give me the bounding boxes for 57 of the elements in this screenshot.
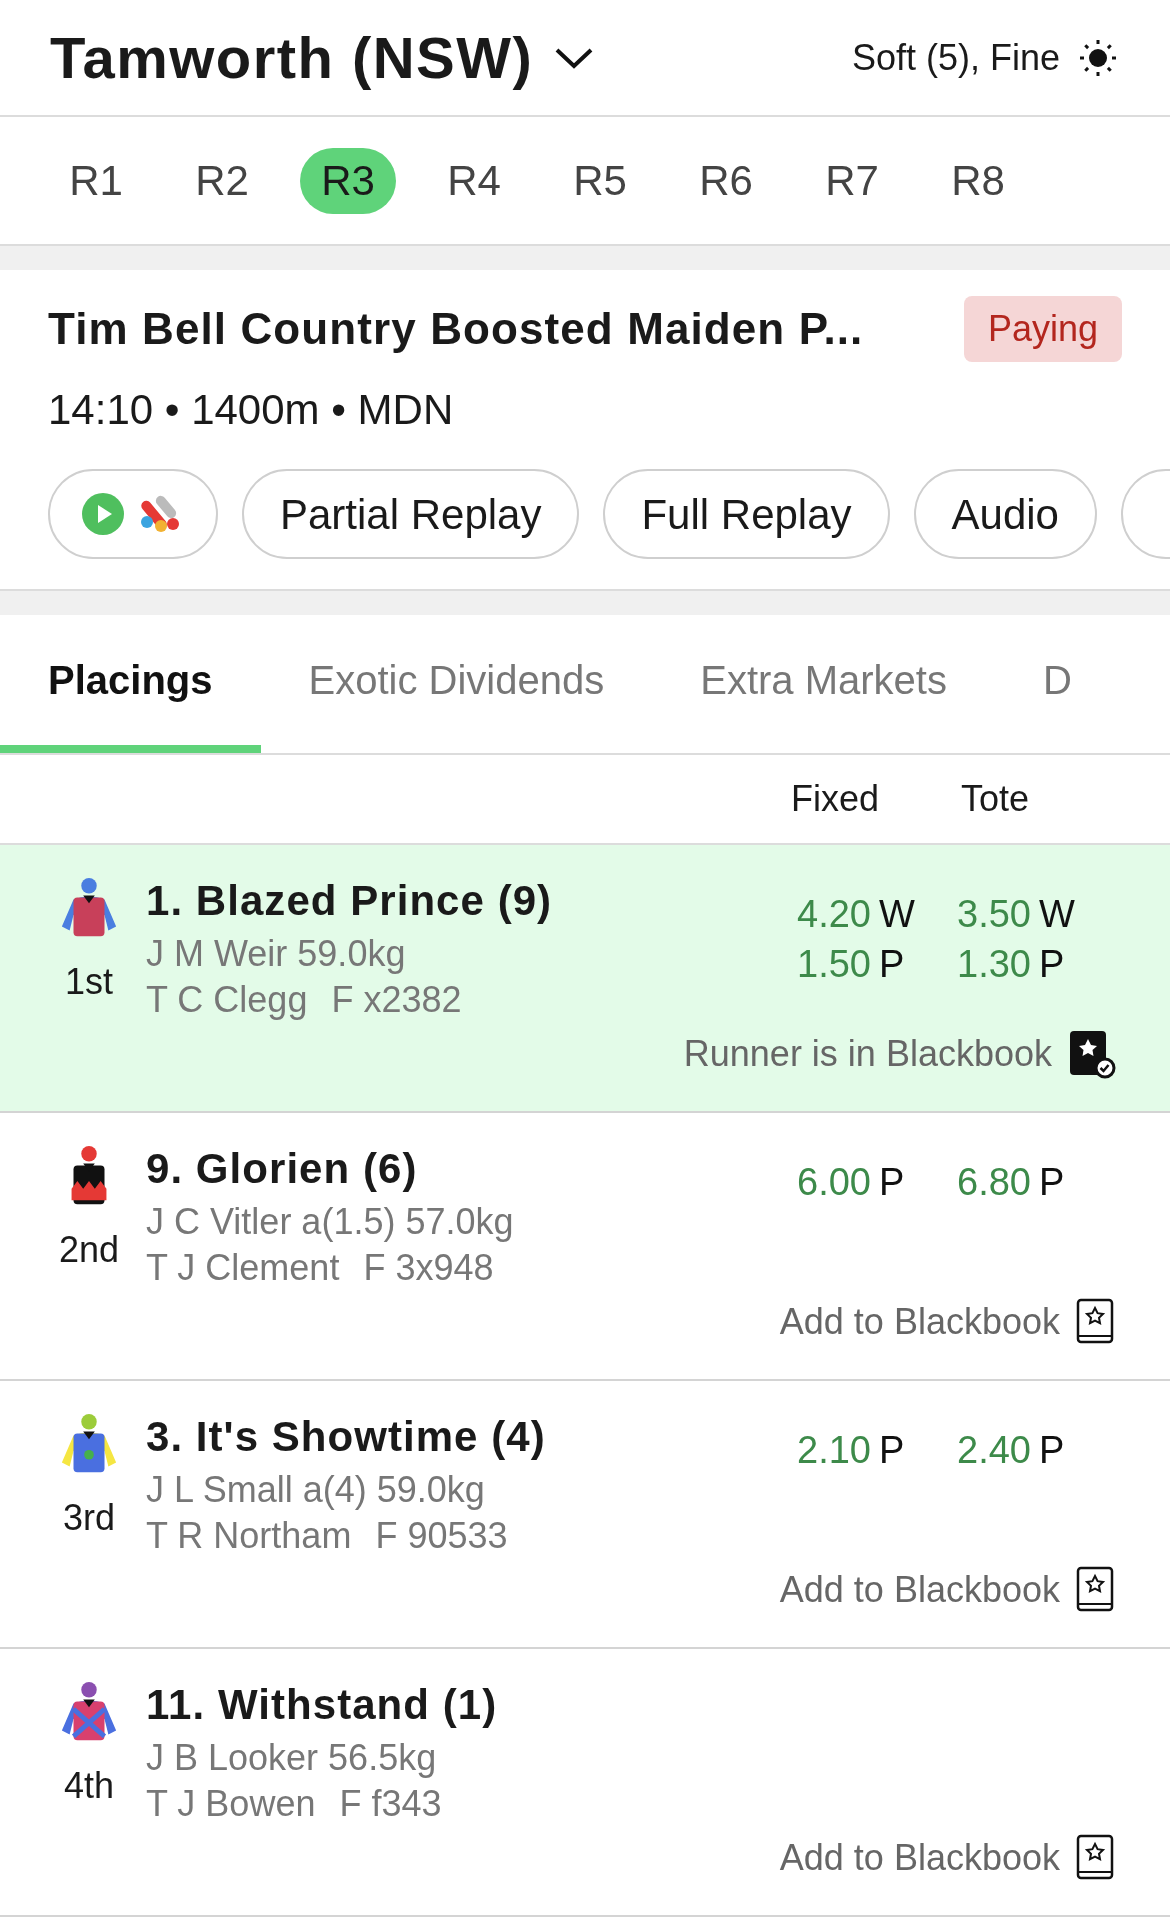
race-tab[interactable]: R4	[426, 147, 522, 214]
race-tab[interactable]: R5	[552, 147, 648, 214]
replay-button[interactable]: Full Replay	[603, 469, 890, 559]
race-tab[interactable]: R7	[804, 147, 900, 214]
price-text: 6.00 P	[797, 1160, 906, 1205]
runner-name: 1. Blazed Prince (9)	[146, 876, 554, 926]
race-tab[interactable]: R1	[48, 147, 144, 214]
jockey-text: J C Vitler a(1.5) 57.0kg	[146, 1200, 515, 1244]
runner-name: 9. Glorien (6)	[146, 1144, 419, 1194]
form-text: F x2382	[331, 978, 462, 1022]
price-text: 4.20 W	[797, 892, 915, 937]
blackbook-link[interactable]: Runner is in Blackbook	[683, 1027, 1052, 1081]
status-badge: Paying	[963, 296, 1122, 362]
race-tab[interactable]: R8	[930, 147, 1026, 214]
live-stream-button[interactable]	[48, 469, 218, 559]
column-header: Tote	[960, 777, 1029, 821]
finish-position: 4th	[63, 1764, 114, 1808]
form-text: F 3x948	[363, 1246, 494, 1290]
form-text: F 90533	[375, 1514, 508, 1558]
venue-title: Tamworth (NSW)	[50, 24, 534, 92]
view-tab[interactable]: Exotic Dividends	[260, 615, 653, 753]
blackbook-link[interactable]: Add to Blackbook	[779, 1831, 1060, 1885]
blackbook-link[interactable]: Add to Blackbook	[779, 1563, 1060, 1617]
column-header: Fixed	[791, 777, 879, 821]
price-text: 6.80 P	[957, 1160, 1066, 1205]
price-text: 2.10 P	[797, 1428, 906, 1473]
race-title: Tim Bell Country Boosted Maiden P...	[48, 303, 864, 355]
price-text: 3.50 W	[957, 892, 1075, 937]
finish-position: 3rd	[63, 1496, 115, 1540]
play-icon	[81, 492, 125, 536]
runner-name: 3. It's Showtime (4)	[146, 1412, 547, 1462]
view-tab[interactable]: Extra Markets	[652, 615, 995, 753]
finish-position: 2nd	[58, 1228, 120, 1272]
jockey-text: J M Weir 59.0kg	[146, 932, 407, 976]
view-tab[interactable]: D	[994, 615, 1120, 753]
replay-button[interactable]: Partial Replay	[242, 469, 580, 559]
price-text: 1.50 P	[797, 942, 906, 987]
trainer-text: T C Clegg	[146, 978, 308, 1022]
trainer-text: T J Bowen	[146, 1782, 316, 1826]
race-tab[interactable]: R2	[174, 147, 270, 214]
jockey-text: J B Looker 56.5kg	[146, 1736, 438, 1780]
blackbook-link[interactable]: Add to Blackbook	[779, 1295, 1060, 1349]
jockey-text: J L Small a(4) 59.0kg	[146, 1468, 486, 1512]
form-text: F f343	[339, 1782, 442, 1826]
runner-name: 11. Withstand (1)	[146, 1680, 499, 1730]
trainer-text: T R Northam	[146, 1514, 352, 1558]
track-conditions: Soft (5), Fine	[851, 35, 1060, 80]
replay-button[interactable]: Audio	[913, 469, 1097, 559]
price-text: 1.30 P	[957, 942, 1066, 987]
trainer-text: T J Clement	[146, 1246, 340, 1290]
view-tab[interactable]: Placings	[0, 615, 261, 753]
blackbook-star-check-icon[interactable]	[1068, 1029, 1116, 1079]
finish-position: 1st	[65, 960, 113, 1004]
price-text: 2.40 P	[957, 1428, 1066, 1473]
race-tab[interactable]: R3	[300, 147, 396, 214]
race-details: 14:10 • 1400m • MDN	[48, 385, 455, 435]
race-tab[interactable]: R6	[678, 147, 774, 214]
